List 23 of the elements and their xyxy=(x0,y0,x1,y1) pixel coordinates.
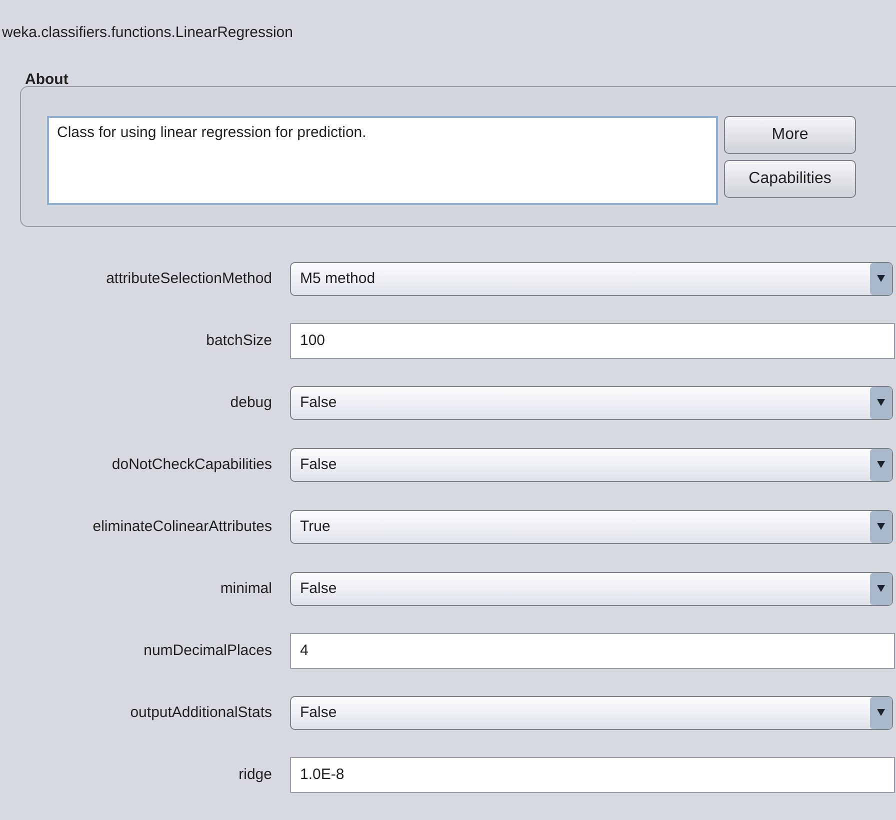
property-label: eliminateColinearAttributes xyxy=(92,518,272,535)
window-title: weka.classifiers.functions.LinearRegression xyxy=(2,24,293,41)
property-label: minimal xyxy=(220,580,272,597)
property-label: batchSize xyxy=(206,332,272,349)
property-dropdown[interactable]: M5 method xyxy=(290,262,893,296)
property-dropdown[interactable]: False xyxy=(290,448,893,482)
description-text-area[interactable]: Class for using linear regression for prediction. xyxy=(47,116,718,205)
property-label: attributeSelectionMethod xyxy=(106,270,272,287)
property-label: debug xyxy=(230,394,272,411)
property-input-field[interactable]: 1.0E-8 xyxy=(290,757,895,793)
property-dropdown[interactable]: False xyxy=(290,386,893,420)
section-heading: About xyxy=(25,71,68,88)
panel-button[interactable]: More xyxy=(724,116,856,154)
property-dropdown[interactable]: False xyxy=(290,696,893,730)
property-dropdown[interactable]: False xyxy=(290,572,893,606)
property-dropdown[interactable]: True xyxy=(290,510,893,544)
property-label: outputAdditionalStats xyxy=(130,704,272,721)
property-label: ridge xyxy=(238,766,272,783)
property-input-field[interactable]: 100 xyxy=(290,323,895,359)
property-input-field[interactable]: 4 xyxy=(290,633,895,669)
property-label: numDecimalPlaces xyxy=(144,642,272,659)
property-label: doNotCheckCapabilities xyxy=(112,456,272,473)
panel-button[interactable]: Capabilities xyxy=(724,160,856,198)
